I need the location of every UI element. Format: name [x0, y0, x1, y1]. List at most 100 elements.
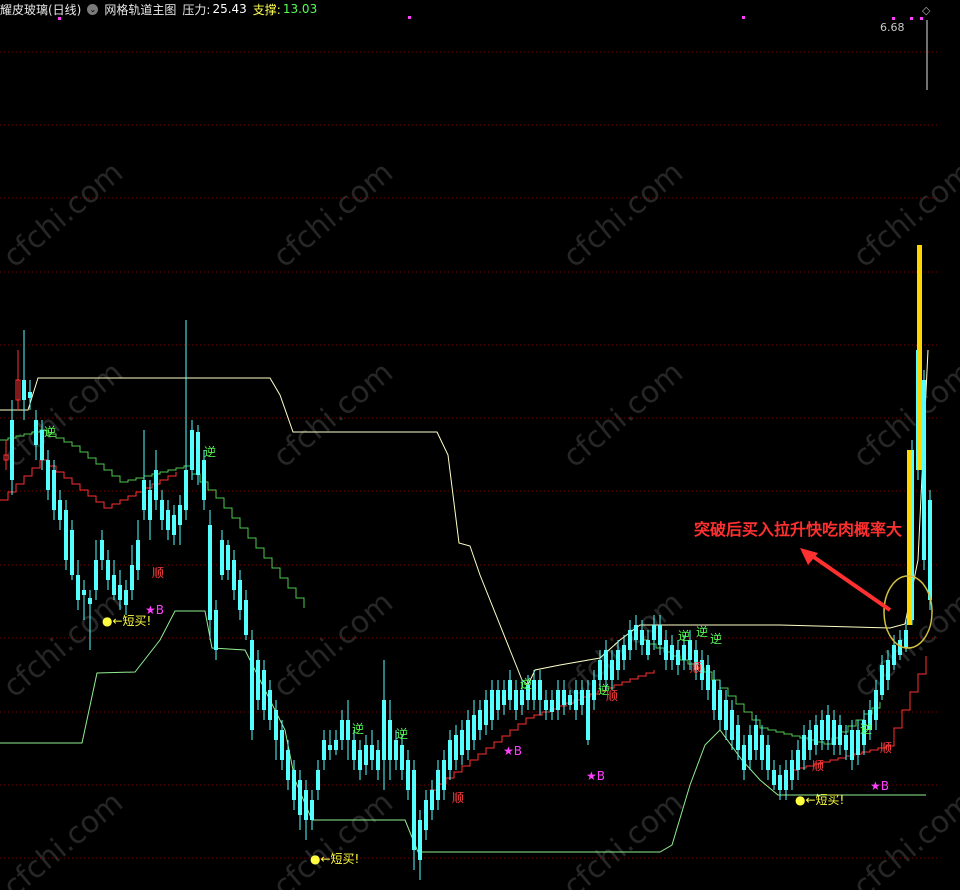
- candle-body-down: [106, 560, 110, 580]
- candle-body-down: [736, 725, 740, 750]
- signal-marker: 顺: [690, 661, 702, 675]
- candle-body-down: [412, 770, 416, 850]
- candle-body-down: [826, 715, 830, 740]
- watermark-text: cfchi.com: [557, 585, 690, 705]
- candle-body-down: [820, 720, 824, 740]
- candle-body-down: [346, 720, 350, 740]
- candle-body-down: [832, 720, 836, 745]
- watermark-text: cfchi.com: [0, 785, 130, 890]
- tick-dot: [910, 17, 913, 20]
- candle-body-down: [142, 480, 146, 510]
- candle-body-down: [742, 745, 746, 770]
- watermark-text: cfchi.com: [267, 585, 400, 705]
- candle-body-down: [760, 735, 764, 760]
- chevron-down-icon[interactable]: ⌄: [87, 3, 99, 15]
- candle-body-down: [76, 575, 80, 600]
- candle-body-down: [94, 560, 98, 590]
- watermark-text: cfchi.com: [267, 155, 400, 275]
- candle-body-down: [904, 630, 908, 648]
- candle-body-down: [586, 690, 590, 740]
- support-value: 13.03: [282, 2, 318, 16]
- candle-body-down: [664, 640, 668, 660]
- candle-body-down: [724, 700, 728, 730]
- signal-marker: ★B: [870, 779, 889, 793]
- candle-body-down: [196, 432, 200, 475]
- candle-body-down: [316, 770, 320, 790]
- candle-body-down: [148, 490, 152, 520]
- signal-marker: 逆: [396, 726, 408, 741]
- candle-body-down: [250, 640, 254, 730]
- candle-body-down: [562, 690, 566, 705]
- candle-body-down: [190, 430, 194, 470]
- candle-body-down: [340, 720, 344, 740]
- candle-body-down: [136, 540, 140, 570]
- candle-body-down: [232, 560, 236, 590]
- candle-body-down: [652, 625, 656, 640]
- candle-body-down: [628, 630, 632, 650]
- candle-body-down: [472, 715, 476, 740]
- candle-body-down: [922, 380, 926, 560]
- candle-body-down: [730, 710, 734, 740]
- candle-body-down: [886, 660, 890, 680]
- signal-marker: ●←短买!: [310, 852, 359, 866]
- candle-body-down: [370, 745, 374, 760]
- signal-marker: 逆: [860, 721, 872, 736]
- candle-body-down: [46, 460, 50, 490]
- candle-body-down: [238, 580, 242, 610]
- candle-body-down: [448, 740, 452, 770]
- candle-body-down: [658, 625, 662, 645]
- candle-body-down: [772, 770, 776, 785]
- signal-marker: ★B: [586, 769, 605, 783]
- candle-body-down: [172, 515, 176, 535]
- annotation-arrow-line: [806, 551, 892, 612]
- signal-marker: 逆: [520, 676, 532, 691]
- candle-body-down: [622, 645, 626, 660]
- indicator-name[interactable]: 网格轨道主图: [104, 1, 176, 18]
- candle-body-down: [64, 510, 68, 560]
- tick-dot: [920, 17, 923, 20]
- candle-body-down: [70, 530, 74, 575]
- watermark-text: cfchi.com: [847, 355, 960, 475]
- candle-body-down: [184, 470, 188, 510]
- candle-body-down: [112, 575, 116, 595]
- candle-body-down: [754, 725, 758, 750]
- candle-body-down: [394, 740, 398, 760]
- candle-body-down: [844, 735, 848, 750]
- candle-body-down: [334, 740, 338, 750]
- candle-body-down: [28, 392, 32, 398]
- candle-body-down: [850, 730, 854, 760]
- candle-body-down: [214, 610, 218, 650]
- candle-body-down: [286, 750, 290, 780]
- candle-body-down: [874, 690, 878, 720]
- resistance-label: 压力:: [182, 2, 211, 17]
- candle-body-down: [520, 690, 524, 705]
- watermark-text: cfchi.com: [0, 585, 130, 705]
- candle-body-down: [304, 790, 308, 820]
- candle-body-down: [88, 598, 92, 604]
- candle-body-down: [490, 690, 494, 720]
- signal-marker: 顺: [606, 689, 618, 703]
- candle-body-down: [484, 700, 488, 725]
- candle-body-down: [646, 640, 650, 655]
- tick-dot: [742, 16, 745, 19]
- candle-body-down: [202, 460, 206, 500]
- signal-marker: 逆: [204, 444, 216, 459]
- breakout-bar: [907, 450, 912, 625]
- candle-body-down: [550, 700, 554, 712]
- candle-body-down: [274, 710, 278, 740]
- candle-body-down: [880, 665, 884, 695]
- signal-marker: ●←短买!: [795, 793, 844, 807]
- candle-body-down: [466, 720, 470, 750]
- candle-body-down: [928, 500, 932, 600]
- stock-name[interactable]: 耀皮玻璃(日线): [0, 1, 81, 18]
- candle-body-down: [430, 790, 434, 810]
- candle-body-down: [10, 420, 14, 480]
- candle-body-down: [532, 680, 536, 700]
- candle-body-down: [244, 600, 248, 635]
- candle-body-down: [418, 820, 422, 860]
- candle-body-down: [802, 735, 806, 760]
- candle-body-down: [58, 500, 62, 520]
- candle-body-down: [52, 470, 56, 510]
- candle-body-down: [268, 690, 272, 720]
- candle-body-down: [778, 775, 782, 790]
